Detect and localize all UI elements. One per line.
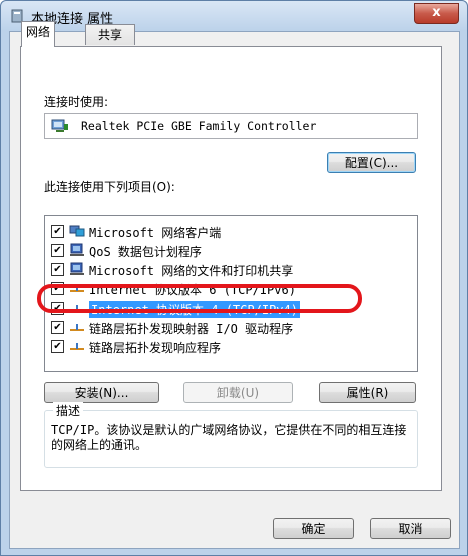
description-title: 描述 xyxy=(53,402,84,419)
item-label: Microsoft 网络的文件和打印机共享 xyxy=(89,264,294,278)
ok-button[interactable]: 确定 xyxy=(273,518,354,539)
adapter-name: Realtek PCIe GBE Family Controller xyxy=(81,119,317,133)
close-button[interactable]: x xyxy=(414,3,459,24)
file-printer-sharing-icon xyxy=(70,262,84,275)
tab-sharing[interactable]: 共享 xyxy=(85,24,135,45)
checkbox[interactable]: ✔ xyxy=(51,263,64,276)
checkbox[interactable]: ✔ xyxy=(51,244,64,257)
qos-scheduler-icon xyxy=(70,243,84,256)
configure-button[interactable]: 配置(C)... xyxy=(327,152,416,173)
description-text: TCP/IP。该协议是默认的广域网络协议，它提供在不同的相互连接的网络上的通讯。 xyxy=(51,423,407,452)
tab-network[interactable]: 网络 xyxy=(21,21,56,47)
uninstall-button[interactable]: 卸载(U) xyxy=(183,382,293,403)
cancel-button[interactable]: 取消 xyxy=(370,518,451,539)
install-button[interactable]: 安装(N)... xyxy=(44,382,159,403)
network-card-icon xyxy=(51,119,68,132)
network-client-icon xyxy=(69,225,85,237)
item-label: QoS 数据包计划程序 xyxy=(89,245,202,259)
adapter-field: Realtek PCIe GBE Family Controller xyxy=(44,113,418,139)
item-label: 链路层拓扑发现响应程序 xyxy=(89,341,222,355)
protocol-icon xyxy=(70,343,84,350)
properties-button[interactable]: 属性(R) xyxy=(319,382,416,403)
description-group: 描述 TCP/IP。该协议是默认的广域网络协议，它提供在不同的相互连接的网络上的… xyxy=(44,402,418,468)
title-bar[interactable]: 本地连接 属性 x xyxy=(1,1,467,31)
tab-panel-network: 连接时使用: Realtek PCIe GBE Family Controlle… xyxy=(20,46,442,491)
items-label: 此连接使用下列项目(O): xyxy=(44,180,175,194)
connect-using-label: 连接时使用: xyxy=(44,95,109,109)
checkbox[interactable]: ✔ xyxy=(51,321,64,334)
item-label: Microsoft 网络客户端 xyxy=(89,226,222,240)
protocol-icon xyxy=(70,324,84,331)
checkbox[interactable]: ✔ xyxy=(51,225,64,238)
item-label: 链路层拓扑发现映射器 I/O 驱动程序 xyxy=(89,322,294,336)
highlight-annotation xyxy=(37,284,362,313)
checkbox[interactable]: ✔ xyxy=(51,340,64,353)
